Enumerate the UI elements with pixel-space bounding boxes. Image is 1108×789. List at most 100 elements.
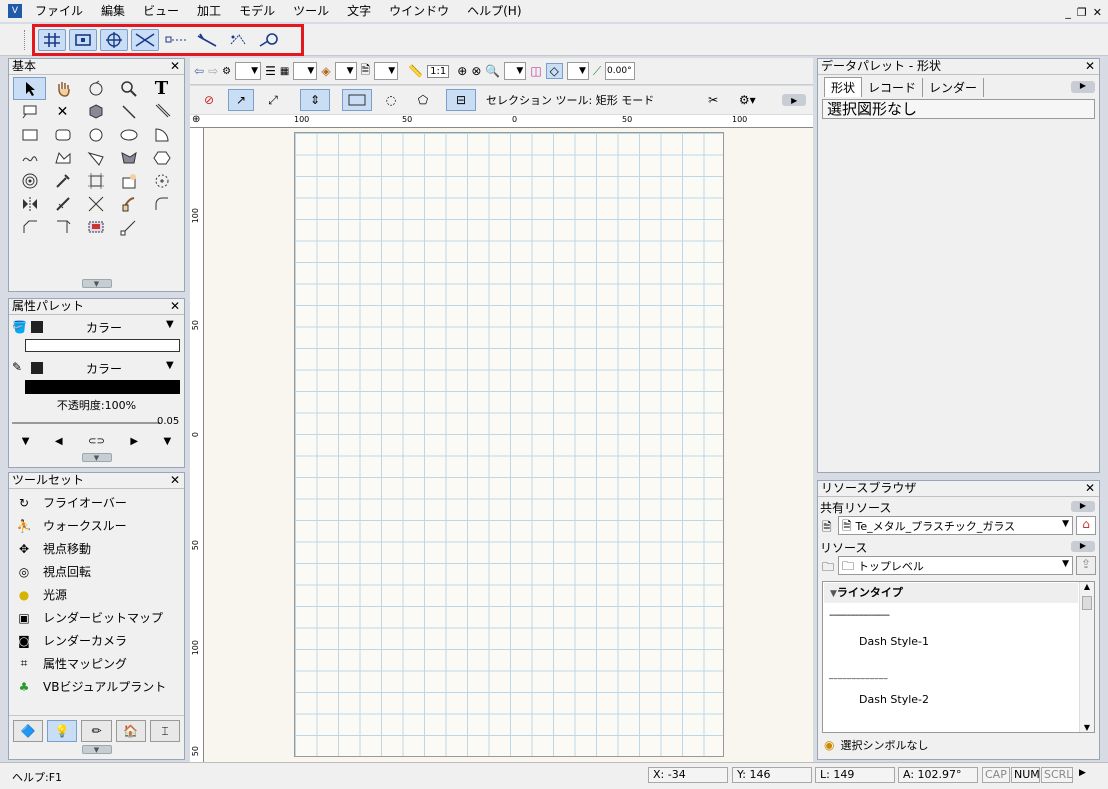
- menu-help[interactable]: ヘルプ(H): [458, 0, 530, 22]
- polygon-tool-icon[interactable]: [79, 146, 112, 169]
- attribute-mapping-tool-icon[interactable]: [112, 169, 145, 192]
- rounded-rectangle-tool-icon[interactable]: [46, 123, 79, 146]
- snap-tangent-icon[interactable]: [193, 29, 221, 51]
- polygon-mode-icon[interactable]: ⬠: [410, 89, 436, 111]
- clip-tool-icon[interactable]: [46, 215, 79, 238]
- shared-resources-dropdown[interactable]: 🗎 Te_メタル_プラスチック_ガラス ▼: [838, 516, 1073, 535]
- disable-interactive-scaling-icon[interactable]: ⊘: [196, 89, 222, 111]
- menu-view[interactable]: ビュー: [134, 0, 188, 22]
- attribute-palette-close-button[interactable]: ✕: [170, 299, 180, 314]
- toolset-item-walkthrough[interactable]: ⛹ ウォークスルー: [9, 514, 184, 537]
- sheet-icon[interactable]: ◈: [321, 64, 330, 78]
- toolset-item-attribute-mapping[interactable]: ⌗ 属性マッピング: [9, 652, 184, 675]
- zoom-selection-icon[interactable]: ⊗: [471, 64, 481, 78]
- fillet-tool-icon[interactable]: [145, 192, 178, 215]
- zoom-tool-icon[interactable]: [112, 77, 145, 100]
- circle-tool-icon[interactable]: [79, 123, 112, 146]
- toolset-tab-3d-icon[interactable]: 🔷: [13, 720, 44, 742]
- start-marker-dropdown-icon[interactable]: ▼: [22, 436, 30, 447]
- double-line-tool-icon[interactable]: [145, 100, 178, 123]
- menu-modify[interactable]: 加工: [188, 0, 230, 22]
- snap-distance-icon[interactable]: [162, 29, 190, 51]
- eyedropper-tool-icon[interactable]: [46, 169, 79, 192]
- resource-list-scrollbar[interactable]: ▲ ▼: [1079, 582, 1094, 732]
- pan-tool-icon[interactable]: [46, 77, 79, 100]
- shared-resources-menu-icon[interactable]: ▶: [1071, 501, 1095, 512]
- 3d-locus-tool-icon[interactable]: [79, 100, 112, 123]
- line-weight-preview[interactable]: [12, 422, 160, 424]
- end-arrow-icon[interactable]: ▶: [130, 436, 138, 447]
- render-mode-icon[interactable]: ◇: [545, 63, 563, 79]
- line-weight-value[interactable]: 0.05: [157, 416, 179, 427]
- tab-render[interactable]: レンダー: [923, 78, 985, 97]
- start-arrow-icon[interactable]: ◀: [55, 436, 63, 447]
- snap-angle-icon[interactable]: [100, 29, 128, 51]
- snap-grid-icon[interactable]: [38, 29, 66, 51]
- layer-icon[interactable]: ☰: [265, 64, 276, 78]
- rotate-view-tool-icon[interactable]: [79, 77, 112, 100]
- resource-section-header[interactable]: ▼ラインタイプ: [824, 583, 1078, 603]
- link-icon[interactable]: ⊂⊃: [88, 436, 105, 447]
- toolset-close-button[interactable]: ✕: [170, 473, 180, 488]
- snap-object-icon[interactable]: [69, 29, 97, 51]
- palette-menu-icon[interactable]: ▶: [782, 94, 807, 106]
- offset-tool-icon[interactable]: [145, 169, 178, 192]
- fill-color-swatch[interactable]: [31, 321, 43, 333]
- toolset-item-render-camera[interactable]: ◙ レンダーカメラ: [9, 629, 184, 652]
- menu-model[interactable]: モデル: [230, 0, 284, 22]
- freehand-tool-icon[interactable]: [13, 146, 46, 169]
- toolset-tab-visualization-icon[interactable]: 💡: [47, 720, 78, 742]
- toolset-item-render-bitmap[interactable]: ▣ レンダービットマップ: [9, 606, 184, 629]
- lasso-mode-icon[interactable]: ◌: [378, 89, 404, 111]
- reshape-tool-icon[interactable]: [79, 169, 112, 192]
- menu-edit[interactable]: 編集: [92, 0, 134, 22]
- layer-grid-icon[interactable]: ▦: [280, 66, 289, 77]
- fill-style-dropdown-label[interactable]: カラー: [86, 319, 122, 336]
- home-icon[interactable]: ⌂: [1076, 516, 1096, 535]
- zoom-icon[interactable]: 🔍: [485, 64, 500, 78]
- zoom-fit-icon[interactable]: ⊕: [457, 64, 467, 78]
- class-dropdown[interactable]: ▼: [235, 62, 262, 80]
- line-tool-icon[interactable]: [112, 100, 145, 123]
- page-icon[interactable]: 🗎: [361, 61, 371, 82]
- menu-window[interactable]: ウインドウ: [380, 0, 458, 22]
- data-palette-close-button[interactable]: ✕: [1085, 59, 1095, 74]
- tab-shape[interactable]: 形状: [824, 77, 863, 97]
- rectangle-tool-icon[interactable]: [13, 123, 46, 146]
- toolset-item-vb-plant[interactable]: ♣ VBビジュアルプラント: [9, 675, 184, 698]
- menu-text[interactable]: 文字: [338, 0, 380, 22]
- arc-tool-icon[interactable]: [145, 123, 178, 146]
- spiral-tool-icon[interactable]: [13, 169, 46, 192]
- toolbar-grip[interactable]: [24, 30, 26, 50]
- restore-button[interactable]: ❐: [1077, 6, 1087, 19]
- zoom-dropdown[interactable]: ▼: [504, 62, 527, 80]
- class-options-icon[interactable]: ⚙: [222, 66, 231, 77]
- fill-dropdown-arrow-icon[interactable]: ▼: [166, 319, 174, 330]
- back-icon[interactable]: ⇦: [194, 64, 204, 78]
- double-polygon-tool-icon[interactable]: [112, 146, 145, 169]
- resource-browser-close-button[interactable]: ✕: [1085, 481, 1095, 496]
- selection-options-icon[interactable]: ✂: [700, 89, 726, 111]
- regular-polygon-tool-icon[interactable]: [145, 146, 178, 169]
- render-dropdown[interactable]: ▼: [566, 62, 589, 80]
- projection-icon[interactable]: ◫: [530, 64, 541, 78]
- chamfer-tool-icon[interactable]: [13, 215, 46, 238]
- snap-loci-mode-icon[interactable]: ⊟: [446, 89, 476, 111]
- toolset-item-rotate-view[interactable]: ◎ 視点回転: [9, 560, 184, 583]
- toolset-collapse-button[interactable]: ▼: [9, 745, 184, 755]
- ruler-icon[interactable]: 📏: [408, 64, 423, 78]
- sheet-dropdown[interactable]: ▼: [334, 62, 357, 80]
- angle-field[interactable]: 0.00°: [605, 62, 636, 80]
- drawing-canvas[interactable]: [204, 128, 813, 762]
- close-button[interactable]: ✕: [1093, 6, 1102, 19]
- basic-palette-collapse-button[interactable]: ▼: [9, 279, 184, 289]
- multiple-object-mode-icon[interactable]: ⤢: [260, 89, 286, 111]
- minimize-button[interactable]: _: [1065, 6, 1071, 19]
- move-by-points-tool-icon[interactable]: [112, 215, 145, 238]
- toolset-tab-dimension-icon[interactable]: ✏: [81, 720, 112, 742]
- resource-folder-dropdown[interactable]: 🗀 トップレベル ▼: [838, 556, 1073, 575]
- rectangle-mode-icon[interactable]: [342, 89, 372, 111]
- connect-tool-icon[interactable]: [112, 192, 145, 215]
- selection-tool-icon[interactable]: [13, 77, 46, 100]
- attribute-palette-collapse-button[interactable]: ▼: [9, 453, 184, 463]
